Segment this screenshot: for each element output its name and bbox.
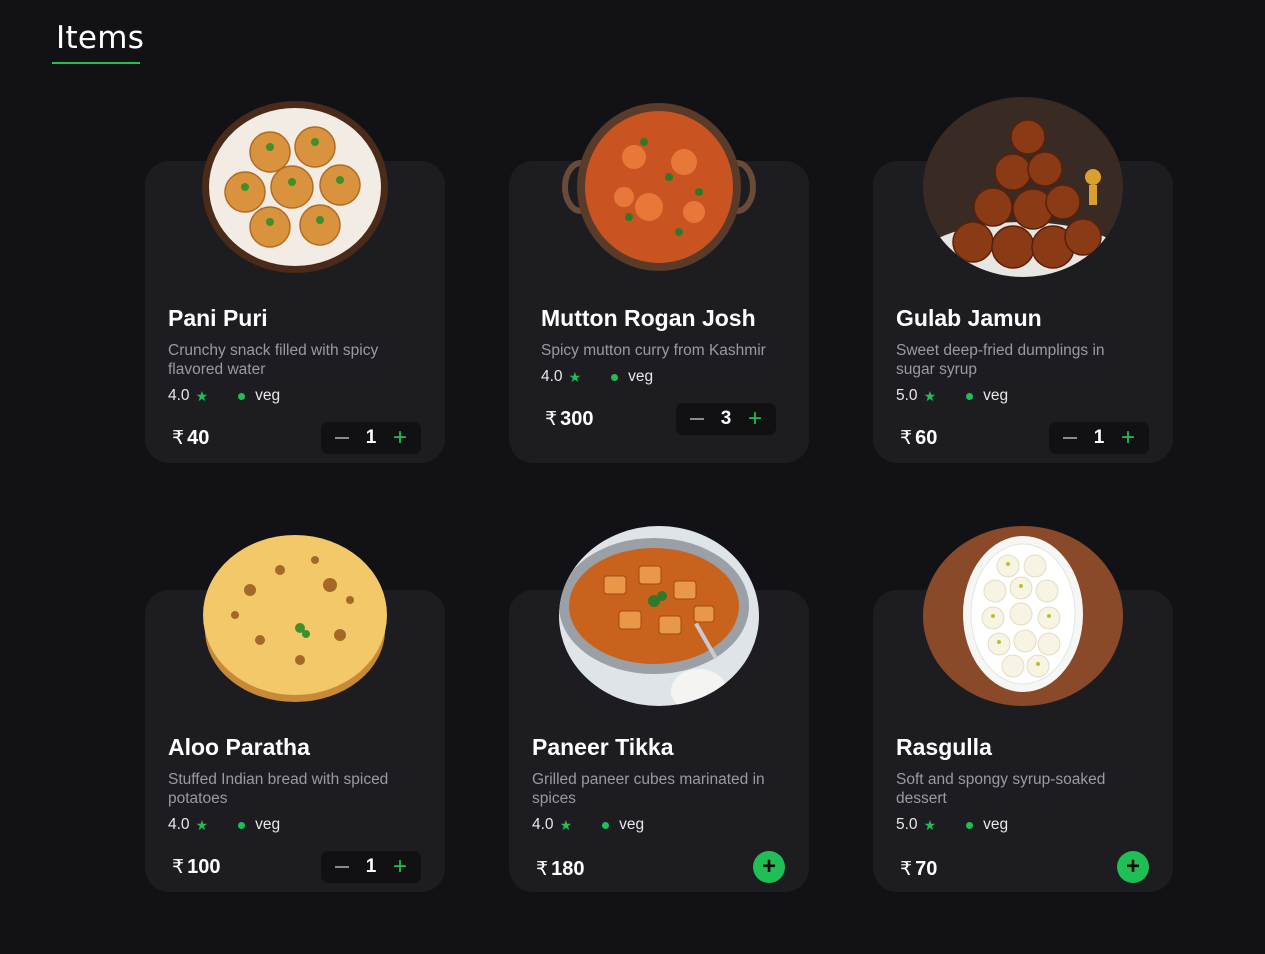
quantity-value: 1 [365, 856, 377, 877]
item-rating: 4.0 [168, 816, 190, 833]
item-name: Pani Puri [168, 305, 268, 331]
item-price: ₹300 [545, 408, 594, 430]
star-icon: ★ [559, 816, 573, 833]
item-name: Rasgulla [896, 734, 992, 760]
item-card-aloo-paratha[interactable]: Aloo Paratha Stuffed Indian bread with s… [145, 535, 445, 892]
veg-dot-icon [238, 821, 246, 829]
item-description: Stuffed Indian bread with spiced potatoe… [168, 771, 389, 807]
item-type: veg [983, 816, 1009, 833]
star-icon: ★ [568, 368, 582, 385]
item-rating: 4.0 [168, 387, 190, 404]
item-price: ₹60 [900, 427, 938, 449]
item-description: Crunchy snack filled with spicy flavored… [168, 342, 379, 378]
star-icon: ★ [923, 816, 937, 833]
item-card-mutton-rogan-josh[interactable]: Mutton Rogan Josh Spicy mutton curry fro… [509, 103, 809, 463]
veg-dot-icon [966, 392, 974, 400]
minus-icon[interactable] [335, 437, 349, 439]
item-type: veg [255, 816, 281, 833]
rupee-icon: ₹ [172, 428, 185, 449]
item-meta: 4.0 ★ veg [168, 816, 280, 834]
minus-icon[interactable] [335, 866, 349, 868]
item-price: ₹180 [536, 858, 585, 880]
star-icon: ★ [195, 816, 209, 833]
veg-dot-icon [611, 373, 619, 381]
veg-dot-icon [238, 392, 246, 400]
item-meta: 4.0 ★ veg [532, 816, 644, 834]
item-type: veg [619, 816, 645, 833]
rupee-icon: ₹ [900, 428, 913, 449]
item-name: Paneer Tikka [532, 734, 674, 760]
item-meta: 4.0 ★ veg [168, 387, 280, 405]
item-type: veg [628, 368, 654, 385]
quantity-stepper[interactable]: 1 + [321, 422, 421, 454]
veg-dot-icon [602, 821, 610, 829]
quantity-stepper[interactable]: 1 + [1049, 422, 1149, 454]
item-card-gulab-jamun[interactable]: Gulab Jamun Sweet deep-fried dumplings i… [873, 97, 1173, 463]
add-icon[interactable]: + [1126, 851, 1140, 883]
item-rating: 5.0 [896, 387, 918, 404]
item-name: Mutton Rogan Josh [541, 305, 756, 331]
minus-icon[interactable] [690, 418, 704, 420]
item-rating: 4.0 [541, 368, 563, 385]
item-rating: 5.0 [896, 816, 918, 833]
item-price: ₹40 [172, 427, 210, 449]
dish-image-mutton-rogan-josh [559, 97, 759, 277]
rupee-icon: ₹ [172, 857, 185, 878]
veg-dot-icon [966, 821, 974, 829]
item-card-rasgulla[interactable]: Rasgulla Soft and spongy syrup-soaked de… [873, 526, 1173, 892]
add-icon[interactable]: + [762, 851, 776, 883]
item-description: Soft and spongy syrup-soaked dessert [896, 771, 1106, 807]
plus-icon[interactable]: + [393, 426, 407, 450]
item-card-paneer-tikka[interactable]: Paneer Tikka Grilled paneer cubes marina… [509, 526, 809, 892]
quantity-stepper[interactable]: 1 + [321, 851, 421, 883]
plus-icon[interactable]: + [393, 855, 407, 879]
page-title: Items [56, 20, 145, 56]
dish-image-pani-puri [200, 97, 390, 277]
item-description: Spicy mutton curry from Kashmir [541, 342, 766, 359]
item-meta: 5.0 ★ veg [896, 816, 1008, 834]
minus-icon[interactable] [1063, 437, 1077, 439]
item-meta: 5.0 ★ veg [896, 387, 1008, 405]
item-name: Aloo Paratha [168, 734, 310, 760]
item-type: veg [983, 387, 1009, 404]
item-description: Grilled paneer cubes marinated in spices [532, 771, 765, 807]
rupee-icon: ₹ [900, 859, 913, 880]
rupee-icon: ₹ [536, 859, 549, 880]
quantity-value: 1 [1093, 427, 1105, 448]
item-card-pani-puri[interactable]: Pani Puri Crunchy snack filled with spic… [145, 101, 445, 463]
item-type: veg [255, 387, 281, 404]
dish-image-gulab-jamun [923, 97, 1123, 277]
plus-icon[interactable]: + [748, 407, 762, 431]
item-price: ₹70 [900, 858, 938, 880]
item-rating: 4.0 [532, 816, 554, 833]
quantity-stepper[interactable]: 3 + [676, 403, 776, 435]
dish-image-paneer-tikka [559, 526, 759, 706]
item-description: Sweet deep-fried dumplings in sugar syru… [896, 342, 1105, 378]
dish-image-aloo-paratha [200, 530, 390, 710]
item-meta: 4.0 ★ veg [541, 368, 653, 386]
title-underline [52, 62, 140, 64]
star-icon: ★ [923, 387, 937, 404]
rupee-icon: ₹ [545, 409, 558, 430]
item-name: Gulab Jamun [896, 305, 1042, 331]
add-button[interactable]: + [753, 851, 785, 883]
dish-image-rasgulla [923, 526, 1123, 706]
quantity-value: 3 [720, 408, 732, 429]
item-price: ₹100 [172, 856, 221, 878]
star-icon: ★ [195, 387, 209, 404]
plus-icon[interactable]: + [1121, 426, 1135, 450]
quantity-value: 1 [365, 427, 377, 448]
add-button[interactable]: + [1117, 851, 1149, 883]
